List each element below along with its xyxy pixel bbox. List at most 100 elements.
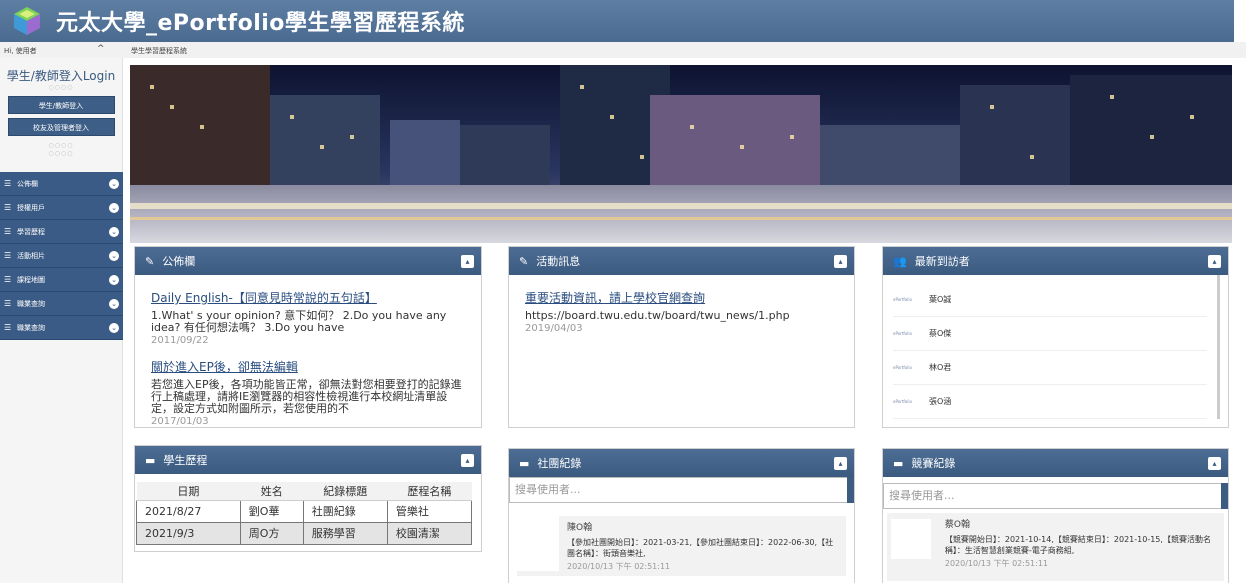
panel-header: ✎ 活動訊息 ▴ (509, 247, 854, 275)
list-item[interactable]: ePortfolio 林O君 (893, 351, 1207, 385)
top-header-bar: 元太大學_ePortfolio學生學習歷程系統 (0, 0, 1234, 42)
chevron-up-icon[interactable]: ^ (97, 44, 105, 54)
chevron-up-icon[interactable]: ▴ (461, 255, 474, 268)
chevron-up-icon[interactable]: ▴ (834, 255, 847, 268)
sidebar-menu: ☰ 公佈欄 ⌄ ☰ 授權用戶 ⌄ ☰ 學習歷程 ⌄ ☰ 活動相片 ⌄ ☰ 課程地圖 ⌄ ☰ 職業查詢 ⌄… (0, 172, 123, 340)
avatar (517, 516, 559, 571)
login-title: 學生/教師登入Login (6, 69, 116, 83)
list-item[interactable]: 蔡O翰 【競賽開始日】：2021-10-14,【競賽結束日】：2021-10-1… (887, 513, 1224, 581)
eportfolio-logo: ePortfolio (893, 399, 912, 404)
chevron-up-icon[interactable]: ▴ (834, 457, 847, 470)
visitors-panel: 👥 最新到訪者 ▴ ePortfolio 葉O誠 ePortfolio 蔡O傑 eP… (882, 246, 1229, 428)
chevron-down-icon: ⌄ (109, 275, 119, 285)
list-box-icon: ▬ (519, 456, 530, 470)
search-button[interactable] (847, 477, 854, 503)
chevron-up-icon[interactable]: ▴ (1208, 255, 1221, 268)
panel-title: 公佈欄 (162, 255, 196, 268)
list-box-icon: ▬ (145, 453, 156, 467)
sidebar-item-label: 授權用戶 (17, 203, 45, 212)
list-item[interactable]: ePortfolio 葉O誠 (893, 283, 1207, 317)
column-header: 紀錄標題 (303, 482, 388, 501)
activity-panel: ✎ 活動訊息 ▴ 重要活動資訊，請上學校官網查詢 https://board.t… (508, 246, 855, 428)
sidebar-item-authorized-users[interactable]: ☰ 授權用戶 ⌄ (0, 196, 123, 220)
chevron-down-icon: ⌄ (109, 203, 119, 213)
alumni-admin-login-button[interactable]: 校友及管理者登入 (7, 118, 115, 136)
competition-panel: ▬ 競賽紀錄 ▴ 搜尋使用者... 蔡O翰 【競賽開始日】：2021-10-14… (882, 448, 1229, 583)
list-icon: ☰ (4, 275, 12, 284)
sidebar-item-career-search[interactable]: ☰ 職業查詢 ⌄ (0, 292, 123, 316)
bulletin-item-date: 2011/09/22 (151, 335, 209, 346)
table-cell: 2021/9/3 (136, 521, 241, 545)
activity-item-title[interactable]: 重要活動資訊，請上學校官網查詢 (525, 289, 838, 306)
record-body: 【參加社團開始日】：2021-03-21,【參加社團結束日】：2022-06-3… (567, 538, 834, 558)
page: 元太大學_ePortfolio學生學習歷程系統 Hi, 使用者 ^ 學生學習歷程… (0, 0, 1246, 583)
eportfolio-logo: ePortfolio (893, 331, 912, 336)
panel-header: ✎ 公佈欄 ▴ (135, 247, 481, 275)
chevron-down-icon: ⌄ (109, 179, 119, 189)
divider-dots: ○○○○ (48, 142, 74, 149)
list-icon: ☰ (4, 323, 12, 332)
search-button[interactable] (1221, 483, 1228, 509)
chevron-up-icon[interactable]: ▴ (1208, 457, 1221, 470)
bulletin-item-date: 2017/01/03 (151, 416, 209, 427)
list-item[interactable]: 陳O翰 【參加社團開始日】：2021-03-21,【參加社團結束日】：2022-… (517, 516, 846, 576)
pencil-icon: ✎ (519, 254, 529, 268)
sidebar-item-career-search-2[interactable]: ☰ 職業查詢 ⌄ (0, 316, 123, 340)
chevron-up-icon[interactable]: ▴ (461, 454, 474, 467)
breadcrumb: 學生學習歷程系統 (131, 47, 187, 55)
table-cell: 管樂社 (386, 499, 473, 523)
site-title: 元太大學_ePortfolio學生學習歷程系統 (56, 11, 465, 36)
competition-search-input[interactable]: 搜尋使用者... (883, 483, 1228, 509)
activity-item-body: https://board.twu.edu.tw/board/twu_news/… (525, 309, 790, 322)
panel-title: 最新到訪者 (914, 255, 970, 268)
record-date: 2020/10/13 下午 02:51:11 (944, 559, 1048, 568)
visitor-name: 張O涵 (929, 397, 952, 406)
sidebar-item-label: 職業查詢 (17, 299, 45, 308)
panel-header: ▬ 競賽紀錄 ▴ (883, 449, 1228, 477)
sidebar-item-learning-history[interactable]: ☰ 學習歷程 ⌄ (0, 220, 123, 244)
eportfolio-logo: ePortfolio (893, 297, 912, 302)
user-bar: Hi, 使用者 ^ 學生學習歷程系統 (0, 42, 1246, 58)
panel-header: ▬ 社團紀錄 ▴ (509, 449, 854, 477)
table-cell: 周O方 (239, 521, 304, 545)
users-icon: 👥 (893, 254, 907, 268)
sidebar-item-label: 活動相片 (17, 251, 45, 260)
table-cell: 社團紀錄 (302, 499, 388, 523)
list-item: 關於進入EP後，卻無法編輯 若您進入EP後，各項功能皆正常，卻無法對您相要登打的… (151, 358, 465, 427)
list-item[interactable]: ePortfolio 張O涵 (893, 385, 1207, 419)
table-cell: 2021/8/27 (136, 499, 241, 523)
record-name: 陳O翰 (567, 523, 593, 533)
bulletin-item-body: 1.What' s your opinion? 意下如何？ 2.Do you h… (151, 309, 447, 334)
table-row[interactable]: 2021/9/3 周O方 服務學習 校園清潔 (136, 521, 473, 545)
divider-dots: ○○○○ (48, 150, 74, 157)
column-header: 姓名 (240, 482, 304, 501)
table-row[interactable]: 2021/8/27 劉O華 社團紀錄 管樂社 (136, 499, 473, 523)
table-cell: 校園清潔 (386, 521, 473, 545)
sidebar-item-bulletin[interactable]: ☰ 公佈欄 ⌄ (0, 172, 123, 196)
bulletin-item-title[interactable]: Daily English-【同意見時常說的五句話】 (151, 289, 465, 306)
visitor-name: 蔡O傑 (929, 329, 952, 338)
record-body: 【競賽開始日】：2021-10-14,【競賽結束日】：2021-10-15,【競… (944, 535, 1211, 555)
column-header: 日期 (136, 482, 241, 501)
sidebar-item-label: 職業查詢 (17, 323, 45, 332)
column-header: 歷程名稱 (387, 482, 472, 501)
list-icon: ☰ (4, 299, 12, 308)
list-item[interactable]: ePortfolio 蔡O傑 (893, 317, 1207, 351)
chevron-down-icon: ⌄ (109, 299, 119, 309)
list-icon: ☰ (4, 203, 12, 212)
list-box-icon: ▬ (893, 456, 904, 470)
visitor-name: 林O君 (929, 363, 952, 372)
table-cell: 劉O華 (239, 499, 304, 523)
bulletin-item-body: 若您進入EP後，各項功能皆正常，卻無法對您相要登打的記錄進行上稿處理，請將IE瀏… (151, 378, 462, 415)
cube-logo-icon (14, 7, 40, 35)
bulletin-item-title[interactable]: 關於進入EP後，卻無法編輯 (151, 358, 465, 375)
student-teacher-login-button[interactable]: 學生/教師登入 (7, 96, 115, 114)
panel-header: 👥 最新到訪者 ▴ (883, 247, 1228, 275)
pencil-icon: ✎ (145, 254, 155, 268)
list-icon: ☰ (4, 179, 12, 188)
club-panel: ▬ 社團紀錄 ▴ 搜尋使用者... 陳O翰 【參加社團開始日】：2021-03-… (508, 448, 855, 583)
sidebar-item-course-map[interactable]: ☰ 課程地圖 ⌄ (0, 268, 123, 292)
sidebar: 學生/教師登入Login ○○○○ 學生/教師登入 校友及管理者登入 ○○○○ … (0, 58, 123, 583)
sidebar-item-photos[interactable]: ☰ 活動相片 ⌄ (0, 244, 123, 268)
club-search-input[interactable]: 搜尋使用者... (509, 477, 854, 503)
